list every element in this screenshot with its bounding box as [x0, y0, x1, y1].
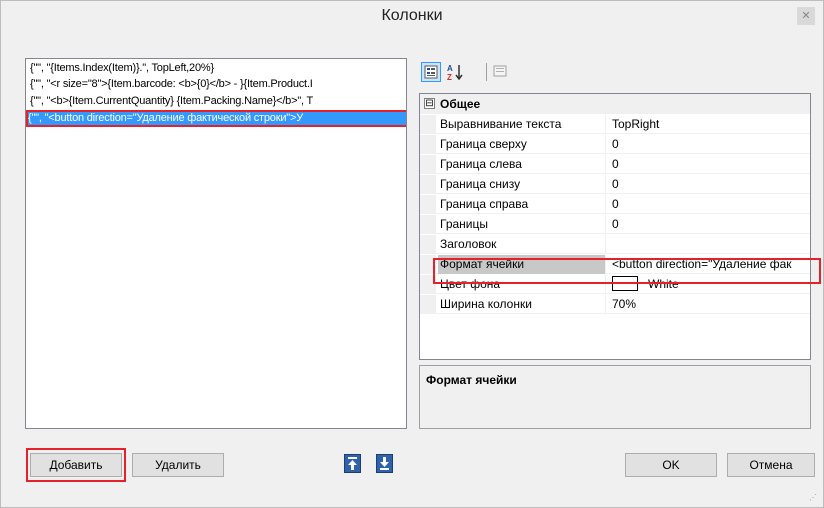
category-label: Общее: [440, 97, 481, 111]
list-item[interactable]: {"", "{Items.Index(Item)}.", TopLeft,20%…: [30, 62, 406, 75]
property-name: Граница слева: [438, 155, 606, 174]
row-gutter: [420, 115, 436, 134]
row-gutter: [420, 215, 436, 234]
property-name: Границы: [438, 215, 606, 234]
row-gutter: [420, 175, 436, 194]
close-icon[interactable]: ✕: [797, 7, 815, 25]
toolbar-separator: [486, 63, 487, 81]
property-name: Ширина колонки: [438, 295, 606, 314]
row-gutter: [420, 135, 436, 154]
property-name: Граница снизу: [438, 175, 606, 194]
window-title: Колонки: [381, 7, 443, 24]
selection-highlight-box: [26, 110, 406, 127]
property-row[interactable]: Граница снизу 0: [420, 175, 810, 194]
property-value[interactable]: 0: [610, 195, 810, 214]
columns-dialog: Колонки ✕ {"", "{Items.Index(Item)}.", T…: [0, 0, 824, 508]
row-gutter: [420, 155, 436, 174]
row-gutter: [420, 235, 436, 254]
svg-text:A: A: [447, 64, 453, 73]
title-bar[interactable]: Колонки ✕: [1, 1, 823, 31]
list-item[interactable]: {"", "<r size="8">{Item.barcode: <b>{0}<…: [30, 78, 406, 91]
cancel-button[interactable]: Отмена: [727, 453, 815, 477]
property-value[interactable]: [610, 235, 810, 254]
property-value[interactable]: 0: [610, 175, 810, 194]
row-gutter: [420, 295, 436, 314]
arrow-down-icon[interactable]: [376, 454, 393, 473]
description-pane: Формат ячейки: [419, 365, 811, 429]
row-gutter: [420, 195, 436, 214]
property-value[interactable]: 0: [610, 135, 810, 154]
resize-grip-icon[interactable]: ⋰: [809, 493, 819, 503]
svg-text:Z: Z: [447, 73, 452, 82]
property-row[interactable]: Заголовок: [420, 235, 810, 254]
property-row[interactable]: Граница справа 0: [420, 195, 810, 214]
property-row[interactable]: Граница сверху 0: [420, 135, 810, 154]
property-grid[interactable]: ⊟ Общее Выравнивание текста TopRight Гра…: [419, 93, 811, 360]
property-grid-toolbar: A Z: [419, 58, 811, 86]
property-value[interactable]: TopRight: [610, 115, 810, 134]
property-name: Выравнивание текста: [438, 115, 606, 134]
sort-az-icon[interactable]: A Z: [445, 62, 465, 82]
arrow-up-icon[interactable]: [344, 454, 361, 473]
category-row[interactable]: ⊟ Общее: [420, 94, 810, 114]
ok-button[interactable]: OK: [625, 453, 717, 477]
list-item[interactable]: {"", "<b>{Item.CurrentQuantity} {Item.Pa…: [30, 95, 406, 108]
property-pages-icon[interactable]: [491, 62, 511, 82]
property-value[interactable]: 0: [610, 215, 810, 234]
property-row[interactable]: Граница слева 0: [420, 155, 810, 174]
description-title: Формат ячейки: [426, 373, 517, 387]
property-name: Граница сверху: [438, 135, 606, 154]
property-name: Граница справа: [438, 195, 606, 214]
property-value[interactable]: 70%: [610, 295, 810, 314]
categorized-icon[interactable]: [421, 62, 441, 82]
columns-list[interactable]: {"", "{Items.Index(Item)}.", TopLeft,20%…: [25, 58, 407, 429]
property-row[interactable]: Выравнивание текста TopRight: [420, 115, 810, 134]
property-highlight-box: [433, 258, 821, 284]
property-value[interactable]: 0: [610, 155, 810, 174]
delete-button[interactable]: Удалить: [132, 453, 224, 477]
collapse-icon[interactable]: ⊟: [424, 98, 435, 109]
property-row[interactable]: Границы 0: [420, 215, 810, 234]
property-row[interactable]: Ширина колонки 70%: [420, 295, 810, 314]
add-button[interactable]: Добавить: [30, 453, 122, 477]
property-name: Заголовок: [438, 235, 606, 254]
